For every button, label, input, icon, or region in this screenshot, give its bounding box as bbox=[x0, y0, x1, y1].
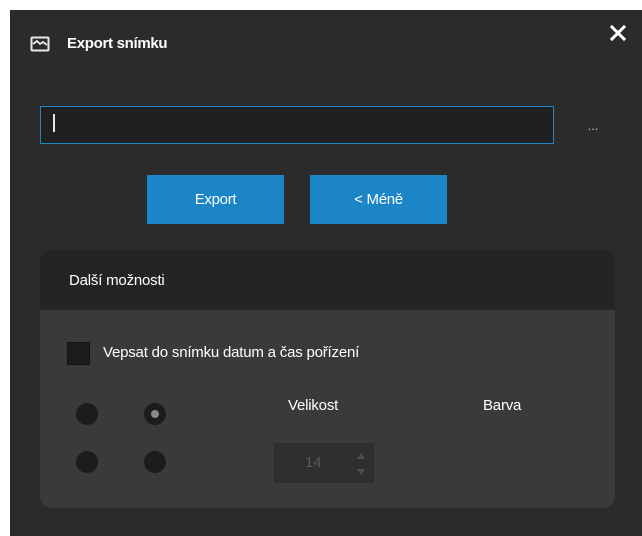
less-options-button[interactable]: < Méně bbox=[310, 175, 447, 224]
dialog-title: Export snímku bbox=[67, 35, 168, 52]
color-label: Barva bbox=[483, 397, 522, 414]
imprint-datetime-checkbox[interactable] bbox=[67, 342, 90, 365]
file-path-input[interactable] bbox=[40, 106, 554, 144]
font-size-value: 14 bbox=[305, 454, 322, 471]
more-options-panel: Další možnosti Vepsat do snímku datum a … bbox=[40, 250, 615, 508]
chevron-up-icon[interactable] bbox=[356, 452, 366, 460]
position-radio-bottom-left[interactable] bbox=[76, 451, 98, 473]
options-header: Další možnosti bbox=[40, 250, 615, 310]
chevron-down-icon[interactable] bbox=[356, 468, 366, 476]
browse-button[interactable]: ... bbox=[583, 118, 603, 134]
image-icon bbox=[30, 36, 50, 52]
export-button[interactable]: Export bbox=[147, 175, 284, 224]
size-label: Velikost bbox=[288, 397, 339, 414]
position-radio-top-right[interactable] bbox=[144, 403, 166, 425]
text-cursor bbox=[53, 114, 55, 132]
export-dialog: Export snímku ... Export < Méně Další mo… bbox=[10, 10, 642, 536]
imprint-datetime-label[interactable]: Vepsat do snímku datum a čas pořízení bbox=[103, 344, 359, 361]
options-title: Další možnosti bbox=[69, 272, 165, 289]
font-size-stepper[interactable]: 14 bbox=[274, 443, 374, 483]
position-radio-top-left[interactable] bbox=[76, 403, 98, 425]
close-icon[interactable] bbox=[607, 22, 629, 44]
position-radio-bottom-right[interactable] bbox=[144, 451, 166, 473]
